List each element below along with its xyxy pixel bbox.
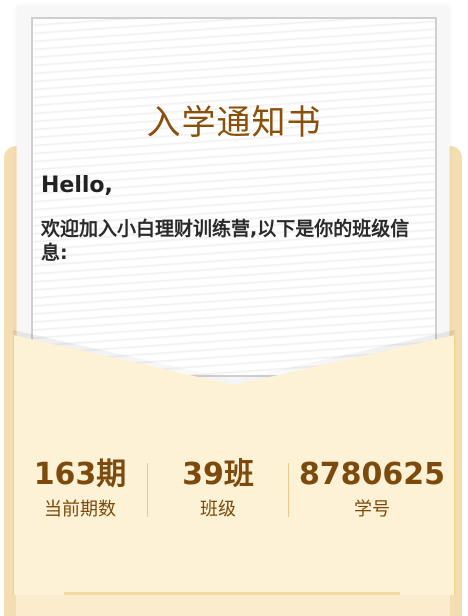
class-info-stats: 163期 当前期数 39班 班级 8780625 学号 — [13, 455, 455, 525]
stat-term: 163期 当前期数 — [13, 455, 147, 523]
letter-greeting: Hello, — [41, 173, 113, 198]
admission-letter: 入学通知书 Hello, 欢迎加入小白理财训练营,以下是你的班级信息: — [31, 17, 437, 377]
letter-title: 入学通知书 — [146, 103, 322, 143]
stat-term-label: 当前期数 — [44, 499, 116, 520]
stat-class-value: 39班 — [182, 457, 254, 492]
stat-student-id-value: 8780625 — [298, 457, 446, 492]
letter-body: 欢迎加入小白理财训练营,以下是你的班级信息: — [41, 218, 410, 264]
stat-term-value: 163期 — [33, 457, 127, 492]
stat-student-id: 8780625 学号 — [289, 455, 455, 523]
stat-class-label: 班级 — [200, 499, 236, 520]
stat-student-id-label: 学号 — [354, 499, 390, 520]
stat-class: 39班 班级 — [148, 455, 288, 523]
